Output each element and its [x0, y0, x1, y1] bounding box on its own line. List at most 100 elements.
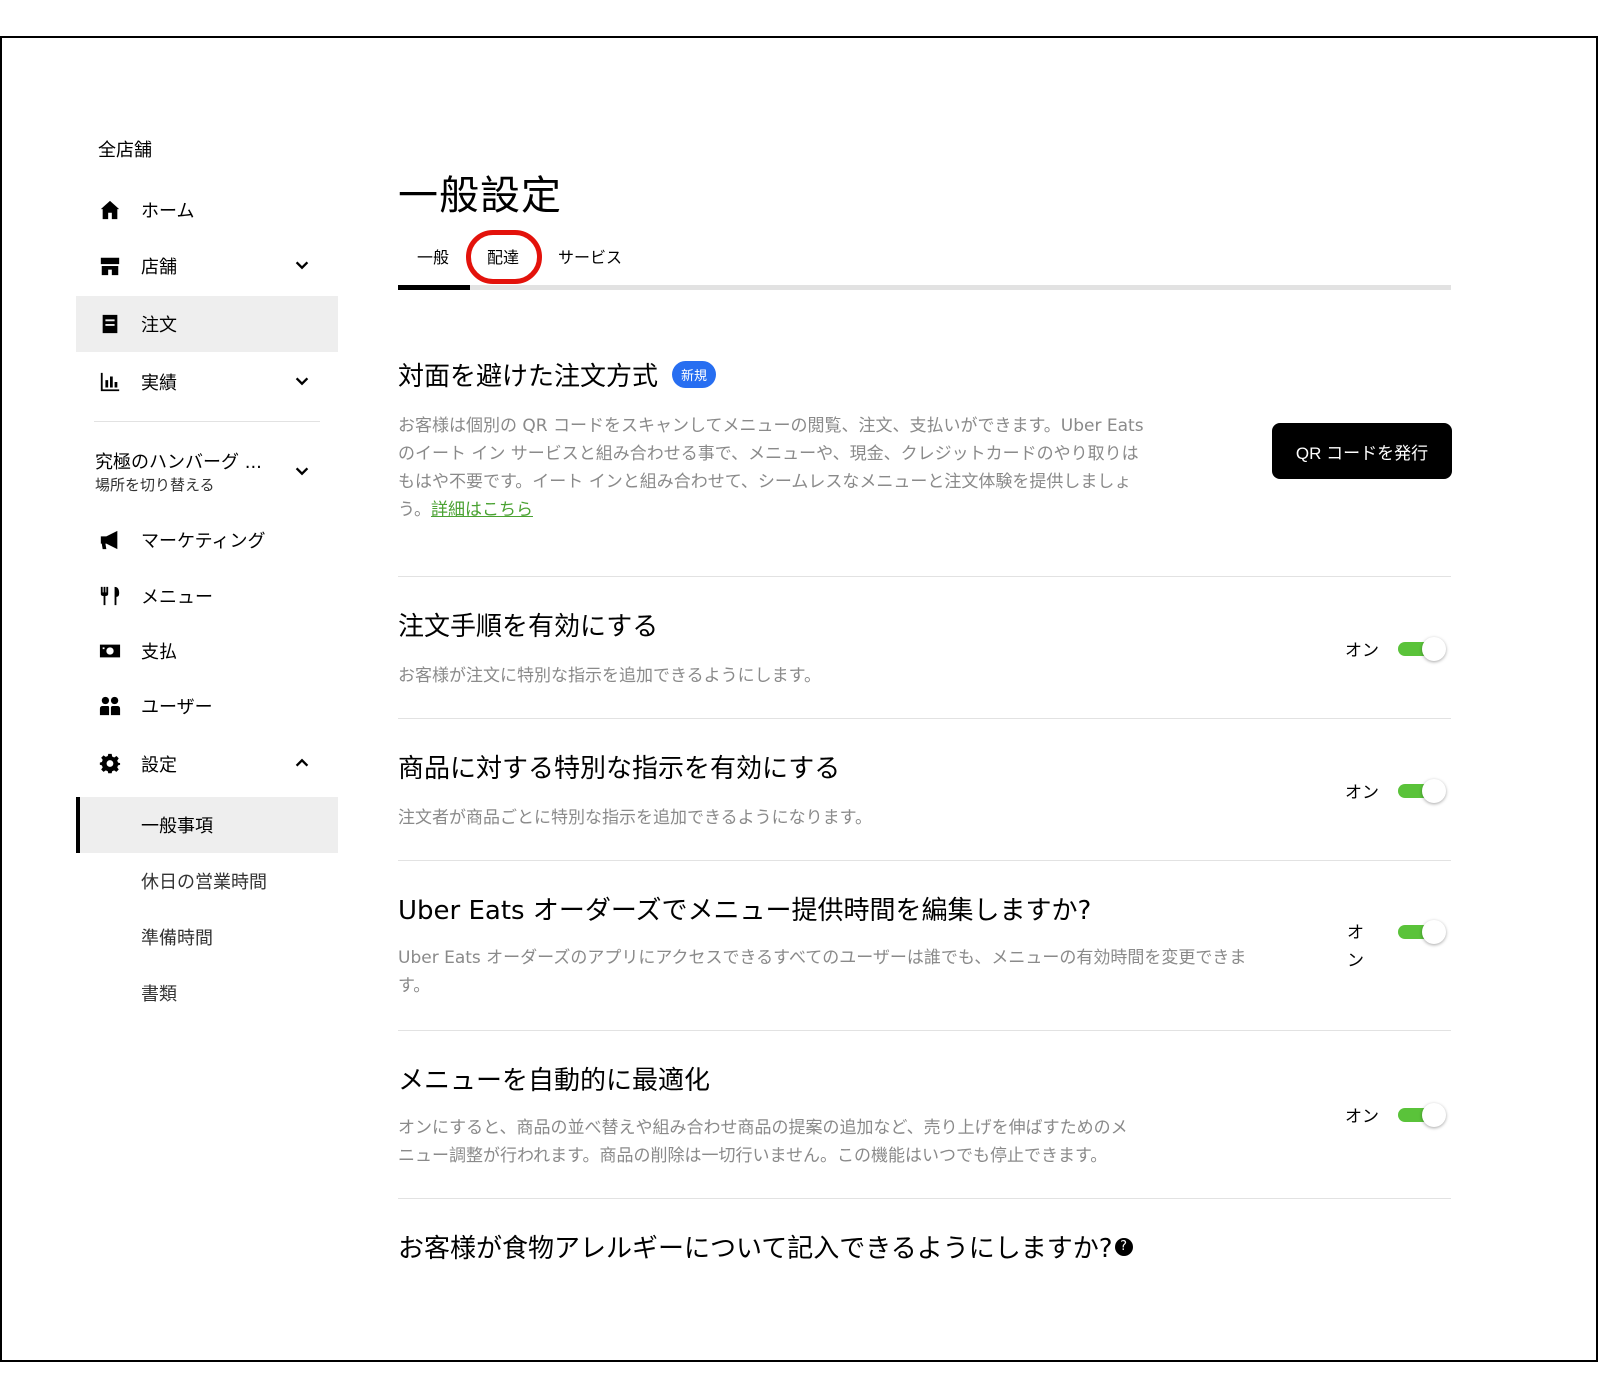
money-icon — [98, 639, 122, 663]
toggle-knob — [1422, 637, 1446, 661]
setting-order-instructions: 注文手順を有効にする — [398, 606, 1451, 643]
setting-item-instructions-desc: 注文者が商品ごとに特別な指示を追加できるようになります。 — [398, 804, 1451, 832]
allergy-title: お客様が食物アレルギーについて記入できるようにしますか?? — [398, 1228, 1451, 1265]
contactless-description: お客様は個別の QR コードをスキャンしてメニューの閲覧、注文、支払いができます… — [398, 412, 1218, 524]
settings-sub-general[interactable]: 一般事項 — [76, 797, 338, 853]
sidebar-item-label: 設定 — [141, 755, 177, 776]
sidebar-item-marketing[interactable]: マーケティング — [76, 512, 338, 568]
setting-menu-hours-edit: Uber Eats オーダーズでメニュー提供時間を編集しますか? — [398, 890, 1451, 927]
sidebar-item-users[interactable]: ユーザー — [76, 678, 338, 734]
sub-item-label: 書類 — [141, 984, 177, 1005]
setting-allergy: お客様が食物アレルギーについて記入できるようにしますか?? — [398, 1228, 1451, 1265]
desc-line: もはや不要です。イート インと組み合わせて、シームレスなメニューと注文体験を提供… — [398, 472, 1132, 492]
setting-desc: Uber Eats オーダーズのアプリにアクセスできるすべてのユーザーは誰でも、… — [398, 948, 1247, 968]
help-icon[interactable]: ? — [1114, 1237, 1133, 1256]
sidebar-item-performance[interactable]: 実績 — [76, 354, 338, 410]
setting-title: 注文手順を有効にする — [398, 612, 659, 642]
tab-track — [398, 285, 1451, 290]
settings-sub-prep-time[interactable]: 準備時間 — [76, 909, 338, 965]
store-icon — [98, 254, 122, 278]
tab-general[interactable]: 一般 — [417, 244, 449, 268]
section-divider — [398, 576, 1451, 577]
sidebar-item-label: 支払 — [141, 642, 177, 663]
desc-line: う。詳細はこちら — [398, 496, 1218, 524]
item-instructions-toggle[interactable] — [1398, 779, 1446, 803]
chevron-down-icon[interactable] — [293, 256, 313, 276]
section-divider — [398, 860, 1451, 861]
tab-service[interactable]: サービス — [558, 244, 622, 268]
setting-menu-hours-desc: Uber Eats オーダーズのアプリにアクセスできるすべてのユーザーは誰でも、… — [398, 944, 1328, 1000]
sidebar-item-label: ユーザー — [141, 697, 213, 718]
desc-line: のイート イン サービスと組み合わせる事で、メニューや、現金、クレジットカードの… — [398, 444, 1139, 464]
desc-last: う。 — [398, 500, 431, 520]
all-stores-label: 全店舗 — [98, 140, 152, 161]
contactless-title: 対面を避けた注文方式 新規 — [398, 356, 1451, 393]
setting-order-instructions-desc: お客様が注文に特別な指示を追加できるようにします。 — [398, 662, 1451, 690]
setting-desc: 注文者が商品ごとに特別な指示を追加できるようになります。 — [398, 808, 872, 828]
sub-item-label: 休日の営業時間 — [141, 872, 267, 893]
setting-item-instructions: 商品に対する特別な指示を有効にする — [398, 748, 1451, 785]
settings-tabs: 一般 配達 サービス — [398, 230, 1451, 290]
sidebar-item-menu[interactable]: メニュー — [76, 568, 338, 624]
utensils-icon — [98, 584, 122, 608]
chevron-up-icon[interactable] — [293, 754, 313, 774]
sidebar-item-label: ホーム — [141, 201, 195, 222]
sidebar-item-payments[interactable]: 支払 — [76, 623, 338, 679]
sidebar-item-orders[interactable]: 注文 — [76, 296, 338, 352]
setting-desc: オンにすると、商品の並べ替えや組み合わせ商品の提案の追加など、売り上げを伸ばすた… — [398, 1118, 1128, 1138]
switch-location-label: 場所を切り替える — [95, 476, 215, 494]
bar-chart-icon — [98, 370, 122, 394]
store-switcher[interactable]: 究極のハンバーグ ... 場所を切り替える — [76, 444, 338, 502]
users-icon — [98, 694, 122, 718]
setting-desc: す。 — [398, 976, 431, 996]
chevron-down-icon[interactable] — [293, 462, 313, 482]
sidebar-item-label: メニュー — [141, 587, 213, 608]
sidebar-item-settings[interactable]: 設定 — [76, 736, 338, 792]
contactless-section: 対面を避けた注文方式 新規 — [398, 356, 1451, 393]
setting-title: Uber Eats オーダーズでメニュー提供時間を編集しますか? — [398, 896, 1092, 926]
toggle-knob — [1422, 779, 1446, 803]
tab-active-indicator — [398, 285, 470, 290]
sidebar-item-label: 実績 — [141, 373, 177, 394]
sidebar-item-label: マーケティング — [141, 531, 266, 552]
toggle-knob — [1422, 1103, 1446, 1127]
gear-icon — [98, 752, 122, 776]
toggle-knob — [1422, 920, 1446, 944]
toggle-state-label: オン — [1345, 641, 1379, 661]
generate-qr-button[interactable]: QR コードを発行 — [1272, 423, 1452, 479]
setting-desc: お客様が注文に特別な指示を追加できるようにします。 — [398, 666, 821, 686]
menu-hours-toggle[interactable] — [1398, 920, 1446, 944]
order-instructions-toggle[interactable] — [1398, 637, 1446, 661]
toggle-state-label: オン — [1345, 783, 1379, 803]
setting-auto-optimize-desc: オンにすると、商品の並べ替えや組み合わせ商品の提案の追加など、売り上げを伸ばすた… — [398, 1114, 1218, 1170]
sidebar-divider — [94, 421, 320, 422]
settings-sub-holiday-hours[interactable]: 休日の営業時間 — [76, 853, 338, 909]
section-divider — [398, 1030, 1451, 1031]
sidebar-item-label: 注文 — [141, 315, 177, 336]
tab-delivery[interactable]: 配達 — [487, 244, 519, 268]
settings-sub-documents[interactable]: 書類 — [76, 965, 338, 1021]
toggle-state-label: オ — [1347, 923, 1364, 943]
sidebar-item-home[interactable]: ホーム — [76, 182, 338, 238]
home-icon — [98, 198, 122, 222]
learn-more-link[interactable]: 詳細はこちら — [431, 500, 533, 520]
section-title-text: 対面を避けた注文方式 — [398, 362, 659, 392]
setting-title: お客様が食物アレルギーについて記入できるようにしますか? — [398, 1234, 1113, 1264]
sidebar-item-store[interactable]: 店舗 — [76, 238, 338, 294]
auto-optimize-toggle[interactable] — [1398, 1103, 1446, 1127]
setting-auto-optimize: メニューを自動的に最適化 — [398, 1060, 1451, 1097]
section-divider — [398, 718, 1451, 719]
chevron-down-icon[interactable] — [293, 372, 313, 392]
receipt-icon — [98, 312, 122, 336]
new-badge: 新規 — [672, 361, 717, 388]
setting-title: メニューを自動的に最適化 — [398, 1066, 711, 1096]
megaphone-icon — [98, 528, 122, 552]
store-name: 究極のハンバーグ ... — [95, 452, 262, 473]
page-title: 一般設定 — [398, 173, 562, 219]
section-divider — [398, 1198, 1451, 1199]
sub-item-label: 一般事項 — [141, 816, 213, 837]
toggle-state-label: ン — [1347, 951, 1364, 971]
sidebar-item-label: 店舗 — [141, 257, 177, 278]
setting-desc: ニュー調整が行われます。商品の削除は一切行いません。この機能はいつでも停止できま… — [398, 1146, 1108, 1166]
desc-line: お客様は個別の QR コードをスキャンしてメニューの閲覧、注文、支払いができます… — [398, 416, 1144, 436]
